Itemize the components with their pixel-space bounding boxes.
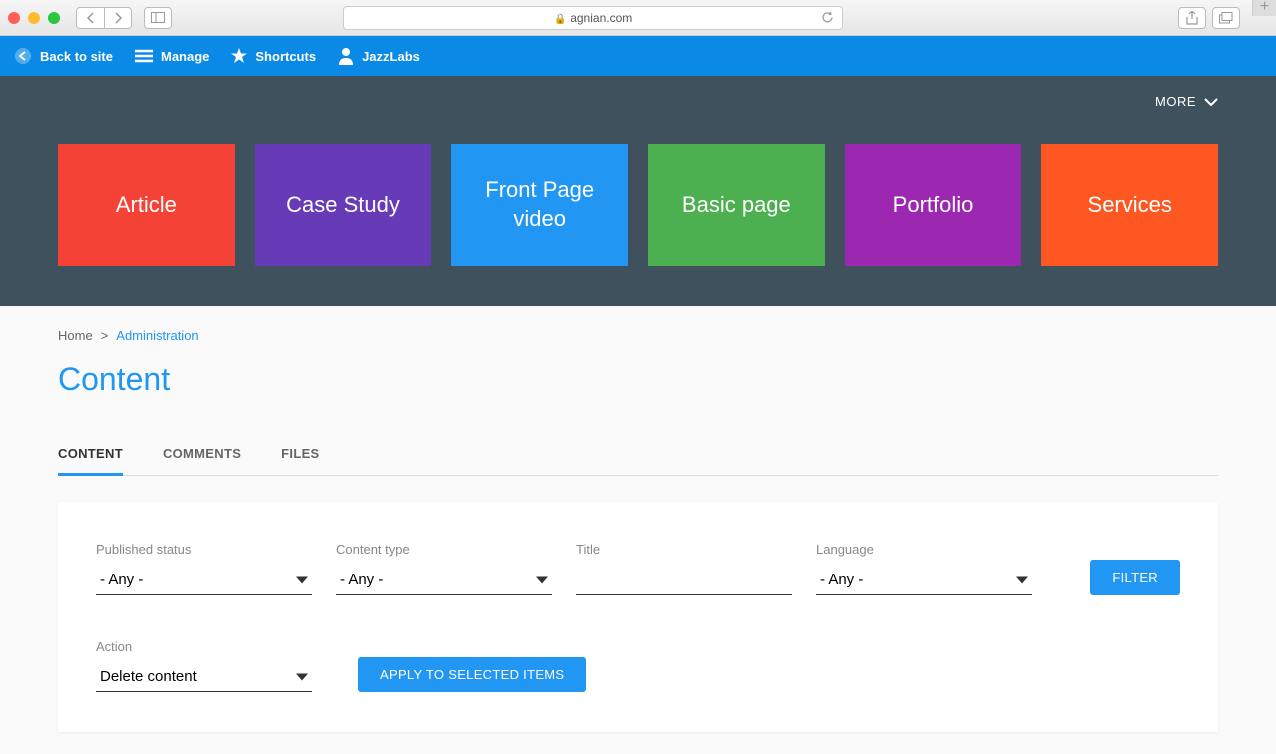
published-status-select[interactable]: - Any -: [96, 565, 312, 595]
back-button[interactable]: [76, 7, 104, 29]
action-select[interactable]: Delete content: [96, 662, 312, 692]
content-type-field: Content type - Any -: [336, 542, 552, 595]
chevron-down-icon: [1204, 98, 1218, 106]
sidebar-icon: [151, 12, 165, 23]
user-link[interactable]: JazzLabs: [338, 47, 420, 65]
tab-files[interactable]: FILES: [281, 434, 319, 476]
action-field: Action Delete content: [96, 639, 312, 692]
published-status-label: Published status: [96, 542, 312, 557]
card-case-study[interactable]: Case Study: [255, 144, 432, 266]
share-button[interactable]: [1178, 7, 1206, 29]
action-row: Action Delete content APPLY TO SELECTED …: [96, 639, 1180, 692]
card-label: Services: [1088, 191, 1172, 220]
manage-link[interactable]: Manage: [135, 49, 209, 64]
close-window-button[interactable]: [8, 12, 20, 24]
browser-right-buttons: [1178, 7, 1240, 29]
action-label: Action: [96, 639, 312, 654]
plus-icon: +: [1260, 0, 1269, 16]
tab-label: CONTENT: [58, 446, 123, 461]
card-label: Portfolio: [893, 191, 974, 220]
tabs-icon: [1219, 12, 1233, 24]
shortcuts-link[interactable]: Shortcuts: [231, 48, 316, 64]
more-label: MORE: [1155, 94, 1196, 109]
shortcuts-label: Shortcuts: [255, 49, 316, 64]
title-label: Title: [576, 542, 792, 557]
language-label: Language: [816, 542, 1032, 557]
card-portfolio[interactable]: Portfolio: [845, 144, 1022, 266]
star-icon: [231, 48, 247, 64]
hamburger-icon: [135, 49, 153, 63]
breadcrumb: Home > Administration: [58, 328, 1218, 343]
apply-button[interactable]: APPLY TO SELECTED ITEMS: [358, 657, 586, 692]
page-title: Content: [58, 361, 1218, 398]
reload-icon: [821, 11, 834, 24]
content-type-select[interactable]: - Any -: [336, 565, 552, 595]
card-label: Case Study: [286, 191, 400, 220]
tab-content[interactable]: CONTENT: [58, 434, 123, 476]
breadcrumb-administration[interactable]: Administration: [116, 328, 198, 343]
language-field: Language - Any -: [816, 542, 1032, 595]
maximize-window-button[interactable]: [48, 12, 60, 24]
back-to-site-link[interactable]: Back to site: [14, 47, 113, 65]
nav-buttons: [76, 7, 132, 29]
share-icon: [1186, 11, 1198, 25]
user-icon: [338, 47, 354, 65]
tab-comments[interactable]: COMMENTS: [163, 434, 241, 476]
tab-label: FILES: [281, 446, 319, 461]
card-basic-page[interactable]: Basic page: [648, 144, 825, 266]
title-input[interactable]: [576, 565, 792, 595]
new-tab-button[interactable]: +: [1252, 0, 1276, 16]
content-area: Home > Administration Content CONTENT CO…: [0, 306, 1276, 754]
card-label: Front Page video: [461, 176, 618, 233]
user-label: JazzLabs: [362, 49, 420, 64]
tab-label: COMMENTS: [163, 446, 241, 461]
language-select[interactable]: - Any -: [816, 565, 1032, 595]
reload-button[interactable]: [821, 11, 834, 24]
card-services[interactable]: Services: [1041, 144, 1218, 266]
apply-button-label: APPLY TO SELECTED ITEMS: [380, 667, 564, 682]
manage-label: Manage: [161, 49, 209, 64]
breadcrumb-separator: >: [101, 328, 109, 343]
lock-icon: 🔒: [554, 14, 566, 25]
minimize-window-button[interactable]: [28, 12, 40, 24]
sidebar-toggle-button[interactable]: [144, 7, 172, 29]
cards-row: Article Case Study Front Page video Basi…: [58, 144, 1218, 266]
more-button[interactable]: MORE: [1155, 94, 1218, 109]
published-status-field: Published status - Any -: [96, 542, 312, 595]
card-front-page-video[interactable]: Front Page video: [451, 144, 628, 266]
title-field: Title: [576, 542, 792, 595]
filter-row: Published status - Any - Content type - …: [96, 542, 1180, 595]
chevron-right-icon: [114, 12, 122, 24]
filter-button[interactable]: FILTER: [1090, 560, 1180, 595]
browser-chrome: 🔒 agnian.com +: [0, 0, 1276, 36]
content-type-cards-section: MORE Article Case Study Front Page video…: [0, 76, 1276, 306]
card-article[interactable]: Article: [58, 144, 235, 266]
url-text: agnian.com: [570, 11, 632, 25]
window-controls: [8, 12, 60, 24]
tabs: CONTENT COMMENTS FILES: [58, 434, 1218, 476]
url-bar[interactable]: 🔒 agnian.com: [343, 6, 843, 30]
tabs-button[interactable]: [1212, 7, 1240, 29]
card-label: Basic page: [682, 191, 791, 220]
breadcrumb-home[interactable]: Home: [58, 328, 93, 343]
filter-panel: Published status - Any - Content type - …: [58, 502, 1218, 732]
chevron-left-icon: [87, 12, 95, 24]
back-to-site-label: Back to site: [40, 49, 113, 64]
admin-toolbar: Back to site Manage Shortcuts JazzLabs: [0, 36, 1276, 76]
forward-button[interactable]: [104, 7, 132, 29]
content-type-label: Content type: [336, 542, 552, 557]
filter-button-label: FILTER: [1112, 570, 1158, 585]
back-arrow-icon: [14, 47, 32, 65]
card-label: Article: [116, 191, 177, 220]
